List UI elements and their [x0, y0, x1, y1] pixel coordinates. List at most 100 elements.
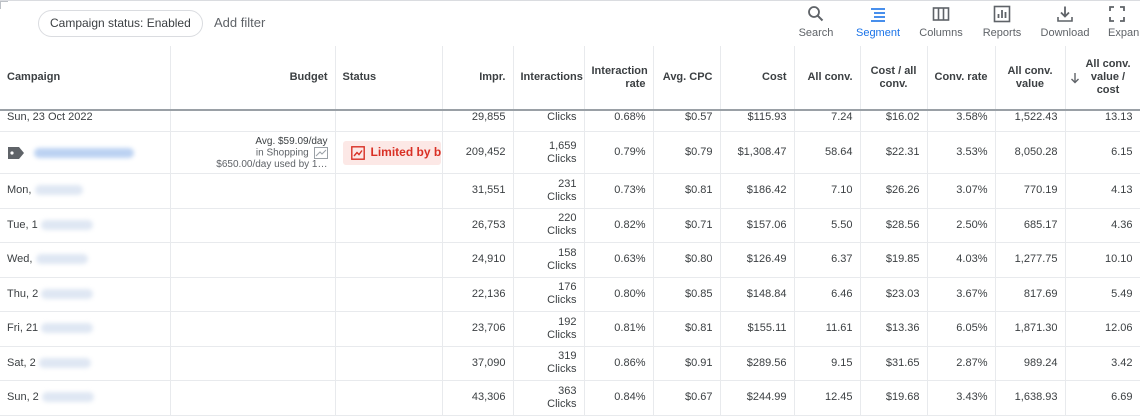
reports-icon — [993, 5, 1011, 23]
filter-chip-campaign-status[interactable]: Campaign status: Enabled — [38, 10, 203, 37]
clicks-type: Clicks — [547, 225, 577, 238]
table-toolbar: Campaign status: Enabled Add filter Sear… — [0, 0, 1140, 46]
day-value-per-cost: 12.06 — [1065, 311, 1140, 347]
columns-icon — [932, 7, 950, 21]
total-conv-value: 8,050.28 — [995, 131, 1066, 174]
day-label-cell: Sun, 2 — [0, 380, 171, 416]
day-interactions: 319 Clicks — [513, 346, 585, 381]
header-cost[interactable]: Cost — [720, 46, 795, 111]
header-campaign[interactable]: Campaign — [0, 46, 171, 111]
day-conv-value: 989.24 — [995, 346, 1066, 381]
campaign-name-link[interactable] — [34, 147, 135, 158]
day-status — [335, 173, 443, 209]
day-conv-rate: 4.03% — [927, 242, 996, 278]
total-conv-rate: 3.53% — [927, 131, 996, 174]
clicks-type: Clicks — [547, 397, 577, 410]
day-date-redacted — [38, 357, 91, 368]
day-status — [335, 277, 443, 312]
day-impr: 37,090 — [442, 346, 514, 381]
day-cost: $244.99 — [720, 380, 795, 416]
header-budget[interactable]: Budget — [170, 46, 336, 111]
header-conv-value-per-cost-label: All conv. value / cost — [1085, 58, 1131, 96]
expand-button[interactable]: Expan — [1092, 5, 1140, 39]
header-all-conv[interactable]: All conv. — [794, 46, 861, 111]
budget-cell[interactable]: Avg. $59.09/day in Shopping $650.00/day … — [170, 131, 336, 174]
day-status — [335, 311, 443, 347]
download-button[interactable]: Download — [1030, 5, 1100, 39]
day-cost: $155.11 — [720, 311, 795, 347]
day-all-conv: 12.45 — [794, 380, 861, 416]
day-value-per-cost: 5.49 — [1065, 277, 1140, 312]
table-row[interactable]: Sun, 2 43,306 363 Clicks 0.84% $0.67 $244.99 1… — [0, 380, 1140, 416]
status-limited-badge[interactable]: Limited by b — [342, 140, 441, 165]
day-cost: $148.84 — [720, 277, 795, 312]
table-row[interactable]: Tue, 1 26,753 220 Clicks 0.82% $0.71 $157.06 5… — [0, 208, 1140, 243]
add-filter-button[interactable]: Add filter — [214, 15, 265, 30]
status-cell[interactable]: Limited by b — [335, 131, 443, 174]
day-rows: Mon, 31,551 231 Clicks 0.73% $0.81 $186.42 7.1… — [0, 173, 1140, 416]
search-label: Search — [798, 27, 834, 39]
segment-button[interactable]: Segment — [843, 5, 913, 39]
search-button[interactable]: Search — [781, 5, 851, 39]
day-cost: $289.56 — [720, 346, 795, 381]
day-budget — [170, 311, 336, 347]
day-conv-value: 817.69 — [995, 277, 1066, 312]
table-row-campaign[interactable]: Avg. $59.09/day in Shopping $650.00/day … — [0, 131, 1140, 174]
table-row-partial[interactable]: Sun, 23 Oct 2022 29,855 Clicks 0.68% $0.… — [0, 110, 1140, 132]
clicks-type: Clicks — [547, 363, 577, 376]
header-conv-rate[interactable]: Conv. rate — [927, 46, 996, 111]
row-all-conv: 7.24 — [794, 110, 861, 132]
day-interactions: 192 Clicks — [513, 311, 585, 347]
row-impr: 29,855 — [442, 110, 514, 132]
day-label-cell: Fri, 21 — [0, 311, 171, 347]
day-date-redacted — [35, 254, 88, 265]
day-conv-rate: 6.05% — [927, 311, 996, 347]
header-cost-per-all-conv[interactable]: Cost / all conv. — [860, 46, 928, 111]
table-row[interactable]: Sat, 2 37,090 319 Clicks 0.86% $0.91 $289.56 9… — [0, 346, 1140, 381]
table-row[interactable]: Mon, 31,551 231 Clicks 0.73% $0.81 $186.42 7.1… — [0, 173, 1140, 209]
day-interaction-rate: 0.82% — [584, 208, 654, 243]
status-label: Limited by b — [370, 145, 441, 159]
day-interaction-rate: 0.80% — [584, 277, 654, 312]
day-interaction-rate: 0.73% — [584, 173, 654, 209]
campaign-table: Campaign Budget Status Impr. Interaction… — [0, 46, 1140, 416]
header-impr[interactable]: Impr. — [442, 46, 514, 111]
day-budget — [170, 346, 336, 381]
day-label-cell: Sat, 2 — [0, 346, 171, 381]
campaign-name-cell[interactable] — [0, 131, 171, 174]
panel-corner — [0, 1, 8, 9]
expand-icon — [1109, 6, 1125, 22]
download-icon — [1057, 6, 1073, 22]
day-avg-cpc: $0.81 — [653, 173, 721, 209]
total-interactions: 1,659 Clicks — [513, 131, 585, 174]
row-conv-value: 1,522.43 — [995, 110, 1066, 132]
row-interaction-rate: 0.68% — [584, 110, 654, 132]
chart-icon[interactable] — [313, 146, 328, 159]
header-interaction-rate[interactable]: Interaction rate — [584, 46, 654, 111]
reports-button[interactable]: Reports — [967, 5, 1037, 39]
budget-avg: Avg. $59.09/day — [255, 135, 328, 147]
table-row[interactable]: Fri, 21 23,706 192 Clicks 0.81% $0.81 $155.11… — [0, 311, 1140, 347]
header-status[interactable]: Status — [335, 46, 443, 111]
day-cost-per-conv: $19.68 — [860, 380, 928, 416]
day-avg-cpc: $0.81 — [653, 311, 721, 347]
row-campaign: Sun, 23 Oct 2022 — [0, 110, 171, 132]
header-interactions[interactable]: Interactions — [513, 46, 585, 111]
day-budget — [170, 208, 336, 243]
header-avg-cpc[interactable]: Avg. CPC — [653, 46, 721, 111]
trend-icon — [350, 145, 365, 160]
table-row[interactable]: Thu, 2 22,136 176 Clicks 0.80% $0.85 $148.84 6… — [0, 277, 1140, 312]
header-conv-value-per-cost[interactable]: All conv. value / cost — [1065, 46, 1140, 111]
total-avg-cpc: $0.79 — [653, 131, 721, 174]
columns-button[interactable]: Columns — [906, 5, 976, 39]
budget-shared: in Shopping — [178, 146, 328, 159]
row-cost-per-conv: $16.02 — [860, 110, 928, 132]
day-interactions: 363 Clicks — [513, 380, 585, 416]
download-label: Download — [1040, 27, 1090, 39]
day-impr: 26,753 — [442, 208, 514, 243]
table-row[interactable]: Wed, 24,910 158 Clicks 0.63% $0.80 $126.49 6.3… — [0, 242, 1140, 278]
arrow-down-icon — [1070, 72, 1079, 83]
header-all-conv-value[interactable]: All conv. value — [995, 46, 1066, 111]
day-cost: $126.49 — [720, 242, 795, 278]
table-header-row: Campaign Budget Status Impr. Interaction… — [0, 46, 1140, 111]
